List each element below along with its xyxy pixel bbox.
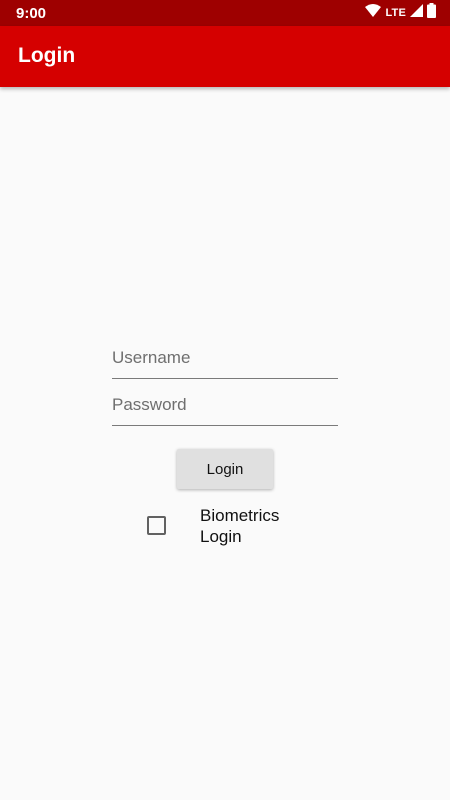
page-title: Login	[18, 44, 76, 67]
status-bar: 9:00 LTE	[0, 0, 450, 26]
biometrics-label: Biometrics Login	[200, 506, 280, 546]
status-icons: LTE	[365, 3, 436, 23]
wifi-icon	[365, 3, 382, 23]
signal-icon	[410, 4, 423, 22]
username-input[interactable]	[112, 344, 338, 379]
battery-icon	[427, 3, 436, 23]
login-button[interactable]: Login	[177, 449, 273, 489]
password-input[interactable]	[112, 391, 338, 426]
biometrics-checkbox[interactable]	[147, 516, 166, 535]
status-time: 9:00	[16, 5, 47, 22]
network-type-label: LTE	[385, 7, 406, 19]
app-bar: Login	[0, 26, 450, 87]
